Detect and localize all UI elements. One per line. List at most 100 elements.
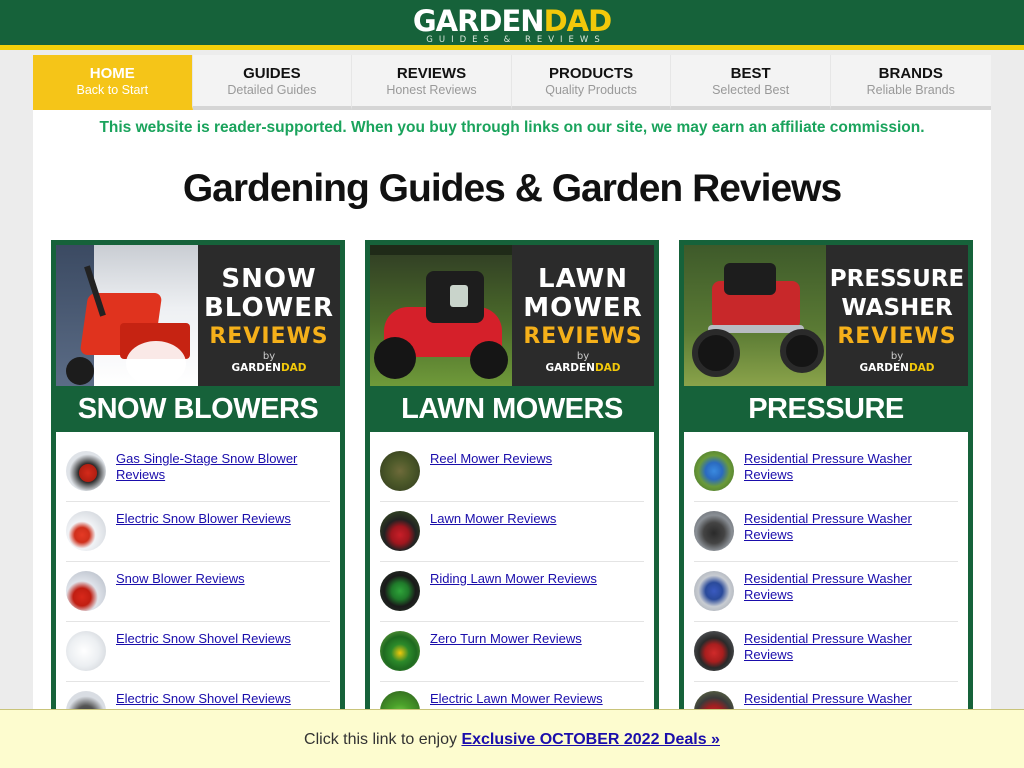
list-item: Residential Pressure Washer Reviews <box>694 562 958 622</box>
banner-line-3: REVIEWS <box>837 324 957 349</box>
card-banner[interactable]: PRESSURE WASHER REVIEWS by GARDENDAD <box>684 245 968 386</box>
nav-title: HOME <box>89 65 135 82</box>
link-lawn-mower-reviews[interactable]: Lawn Mower Reviews <box>430 511 556 527</box>
logo-part-garden: GARDEN <box>412 4 545 38</box>
nav-subtitle: Detailed Guides <box>227 83 317 97</box>
link-electric-snow-shovel-reviews[interactable]: Electric Snow Shovel Reviews <box>116 631 291 647</box>
banner-brand-garden: GARDEN <box>231 362 281 374</box>
list-item: Gas Single-Stage Snow Blower Reviews <box>66 442 330 502</box>
list-item: Lawn Mower Reviews <box>380 502 644 562</box>
link-riding-lawn-mower-reviews[interactable]: Riding Lawn Mower Reviews <box>430 571 597 587</box>
nav-subtitle: Honest Reviews <box>386 83 477 97</box>
logo-wordmark: GARDENDAD <box>0 6 1024 36</box>
link-reel-mower-reviews[interactable]: Reel Mower Reviews <box>430 451 552 467</box>
nav-item-brands[interactable]: BRANDS Reliable Brands <box>830 55 991 110</box>
banner-line-2: BLOWER <box>203 293 335 323</box>
banner-brand: GARDENDAD <box>512 362 654 374</box>
page-title: Gardening Guides & Garden Reviews <box>182 167 842 210</box>
nav-item-guides[interactable]: GUIDES Detailed Guides <box>192 55 353 110</box>
affiliate-notice: This website is reader-supported. When y… <box>99 119 925 136</box>
banner-line-1: PRESSURE <box>829 266 965 292</box>
card-title[interactable]: PRESSURE WASHERS <box>684 386 968 471</box>
list-item: Riding Lawn Mower Reviews <box>380 562 644 622</box>
banner-line-1: LAWN <box>538 264 628 294</box>
logo-tagline: GUIDES & REVIEWS <box>426 35 606 45</box>
riding-lawn-mower-thumbnail[interactable] <box>380 571 420 611</box>
link-residential-pressure-washer-reviews-2[interactable]: Residential Pressure Washer Reviews <box>744 511 958 543</box>
list-item: Residential Pressure Washer Reviews <box>694 442 958 502</box>
link-residential-pressure-washer-reviews[interactable]: Residential Pressure Washer Reviews <box>744 451 958 483</box>
reel-mower-thumbnail[interactable] <box>380 451 420 491</box>
banner-line-3: REVIEWS <box>209 324 329 349</box>
pressure-washer-thumbnail[interactable] <box>694 451 734 491</box>
promo-deals-link[interactable]: Exclusive OCTOBER 2022 Deals » <box>461 731 720 748</box>
list-item: Zero Turn Mower Reviews <box>380 622 644 682</box>
link-electric-snow-shovel-reviews-2[interactable]: Electric Snow Shovel Reviews <box>116 691 291 707</box>
electric-snow-blower-thumbnail[interactable] <box>66 511 106 551</box>
logo-part-dad: DAD <box>543 4 613 38</box>
page-container: HOME Back to Start GUIDES Detailed Guide… <box>33 55 991 768</box>
site-header: GARDENDAD GUIDES & REVIEWS <box>0 0 1024 50</box>
banner-text: PRESSURE WASHER REVIEWS by GARDENDAD <box>826 245 968 386</box>
banner-brand-dad: DAD <box>594 362 621 374</box>
link-gas-single-stage-snow-blower-reviews[interactable]: Gas Single-Stage Snow Blower Reviews <box>116 451 330 483</box>
nav-item-products[interactable]: PRODUCTS Quality Products <box>511 55 672 110</box>
pressure-washer-thumbnail[interactable] <box>694 631 734 671</box>
nav-subtitle: Reliable Brands <box>866 83 955 97</box>
nav-title: PRODUCTS <box>548 65 634 82</box>
nav-subtitle: Selected Best <box>712 83 790 97</box>
nav-title: REVIEWS <box>396 65 467 82</box>
banner-line-3: REVIEWS <box>523 324 643 349</box>
list-item: Snow Blower Reviews <box>66 562 330 622</box>
pressure-washer-thumbnail[interactable] <box>694 571 734 611</box>
zero-turn-mower-thumbnail[interactable] <box>380 631 420 671</box>
main-nav: HOME Back to Start GUIDES Detailed Guide… <box>33 55 991 110</box>
card-banner[interactable]: SNOW BLOWER REVIEWS by GARDENDAD <box>56 245 340 386</box>
banner-brand-dad: DAD <box>908 362 935 374</box>
banner-by: by <box>890 351 904 362</box>
list-item: Reel Mower Reviews <box>380 442 644 502</box>
nav-title: BEST <box>730 65 771 82</box>
banner-by: by <box>576 351 590 362</box>
banner-line-2: WASHER <box>841 295 953 321</box>
site-logo[interactable]: GARDENDAD GUIDES & REVIEWS <box>0 6 1024 45</box>
list-item: Residential Pressure Washer Reviews <box>694 622 958 682</box>
lawn-mower-thumbnail[interactable] <box>380 511 420 551</box>
link-residential-pressure-washer-reviews-4[interactable]: Residential Pressure Washer Reviews <box>744 631 958 663</box>
pressure-washer-photo <box>684 245 826 386</box>
banner-brand-garden: GARDEN <box>859 362 909 374</box>
link-electric-lawn-mower-reviews[interactable]: Electric Lawn Mower Reviews <box>430 691 603 707</box>
snow-blower-thumbnail[interactable] <box>66 571 106 611</box>
link-residential-pressure-washer-reviews-3[interactable]: Residential Pressure Washer Reviews <box>744 571 958 603</box>
category-card-pressure-washers: PRESSURE WASHER REVIEWS by GARDENDAD PRE… <box>679 240 973 768</box>
list-item: Electric Snow Blower Reviews <box>66 502 330 562</box>
link-residential-pressure-washer-5[interactable]: Residential Pressure Washer <box>744 691 912 707</box>
electric-snow-shovel-thumbnail[interactable] <box>66 631 106 671</box>
banner-text: SNOW BLOWER REVIEWS by GARDENDAD <box>198 245 340 386</box>
card-banner[interactable]: LAWN MOWER REVIEWS by GARDENDAD <box>370 245 654 386</box>
banner-brand: GARDENDAD <box>826 362 968 374</box>
link-snow-blower-reviews[interactable]: Snow Blower Reviews <box>116 571 245 587</box>
nav-subtitle: Quality Products <box>545 83 637 97</box>
card-title[interactable]: SNOW BLOWERS <box>56 386 340 432</box>
list-item: Residential Pressure Washer Reviews <box>694 502 958 562</box>
list-item: Electric Snow Shovel Reviews <box>66 622 330 682</box>
banner-brand-garden: GARDEN <box>545 362 595 374</box>
nav-item-home[interactable]: HOME Back to Start <box>33 55 193 110</box>
lawn-mower-photo <box>370 245 512 386</box>
nav-title: BRANDS <box>878 65 943 82</box>
pressure-washer-thumbnail[interactable] <box>694 511 734 551</box>
category-card-snow-blowers: SNOW BLOWER REVIEWS by GARDENDAD SNOW BL… <box>51 240 345 768</box>
link-zero-turn-mower-reviews[interactable]: Zero Turn Mower Reviews <box>430 631 582 647</box>
card-title[interactable]: LAWN MOWERS <box>370 386 654 432</box>
banner-brand: GARDENDAD <box>198 362 340 374</box>
promo-bar: Click this link to enjoy Exclusive OCTOB… <box>0 709 1024 768</box>
nav-item-reviews[interactable]: REVIEWS Honest Reviews <box>352 55 512 110</box>
gas-snow-blower-thumbnail[interactable] <box>66 451 106 491</box>
link-electric-snow-blower-reviews[interactable]: Electric Snow Blower Reviews <box>116 511 291 527</box>
banner-line-1: SNOW <box>221 264 317 294</box>
nav-item-best[interactable]: BEST Selected Best <box>671 55 831 110</box>
banner-brand-dad: DAD <box>280 362 307 374</box>
banner-line-2: MOWER <box>523 293 643 323</box>
nav-title: GUIDES <box>243 65 301 82</box>
